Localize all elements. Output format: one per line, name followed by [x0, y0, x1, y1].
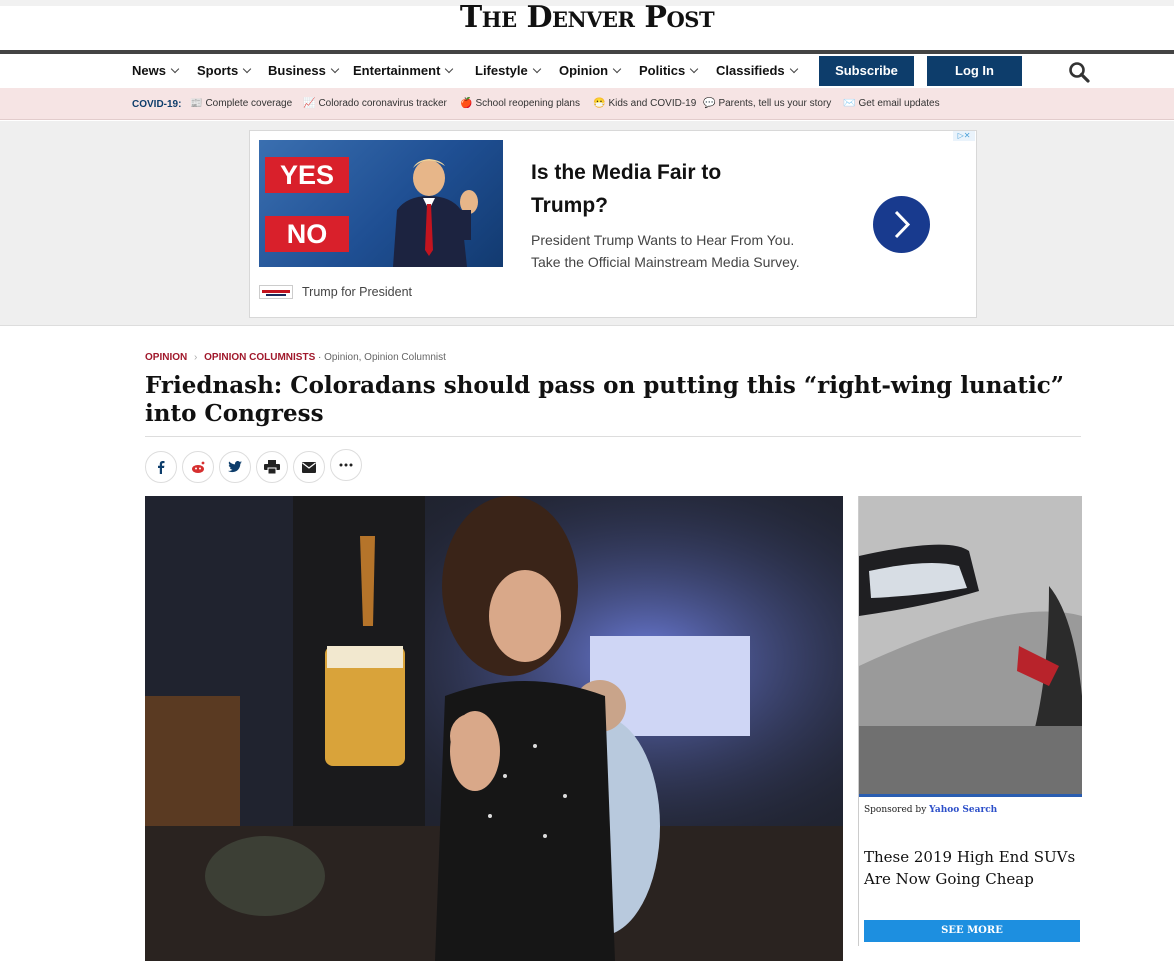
see-more-button[interactable]: SEE MORE	[864, 920, 1080, 942]
covid-link-label: Get email updates	[858, 98, 940, 109]
ad-no-label: NO	[265, 216, 349, 252]
nav-item-label: Lifestyle	[475, 63, 528, 78]
chevron-down-icon	[242, 64, 252, 74]
ad-image[interactable]: YES NO	[259, 140, 503, 267]
covid-link-label: Parents, tell us your story	[718, 98, 832, 109]
chevron-down-icon	[170, 64, 180, 74]
banner-ad[interactable]: ▷✕ YES NO Is the Media Fair to Trump? Pr…	[249, 130, 977, 318]
facebook-icon	[158, 461, 165, 474]
covid-link-parents[interactable]: 💬 Parents, tell us your story	[703, 98, 831, 109]
ad-next-button[interactable]	[873, 196, 930, 253]
more-icon	[339, 463, 353, 467]
article-categories: Opinion, Opinion Columnist	[324, 352, 446, 363]
subscribe-button[interactable]: Subscribe	[819, 56, 914, 86]
chevron-right-icon: ›	[194, 352, 198, 363]
covid-label: COVID-19:	[132, 99, 182, 110]
login-button[interactable]: Log In	[927, 56, 1022, 86]
chevron-down-icon	[532, 64, 541, 74]
nav-item-entertainment[interactable]: Entertainment	[353, 63, 454, 78]
sponsor-name[interactable]: Yahoo Search	[929, 805, 997, 815]
nav-item-label: News	[132, 63, 166, 78]
breadcrumb-opinion[interactable]: OPINION	[145, 352, 187, 363]
nav-item-sports[interactable]: Sports	[197, 63, 252, 78]
nav-item-classifieds[interactable]: Classifieds	[716, 63, 798, 78]
ad-portrait	[393, 159, 478, 267]
newspaper-icon: 📰	[190, 98, 203, 109]
ad-yes-label: YES	[265, 157, 349, 193]
covid-link-label: Colorado coronavirus tracker	[318, 98, 447, 109]
chart-icon: 📈	[303, 98, 316, 109]
covid-link-kids[interactable]: 😷 Kids and COVID-19	[593, 98, 696, 109]
nav-item-label: Politics	[639, 63, 686, 78]
ad-sponsor: Trump for President	[302, 285, 412, 299]
apple-icon: 🍎	[460, 98, 473, 109]
speech-bubble-icon: 💬	[703, 98, 716, 109]
print-icon	[264, 460, 280, 474]
article-headline: Friednash: Coloradans should pass on put…	[145, 372, 1064, 427]
envelope-icon: ✉️	[843, 98, 856, 109]
reddit-share-button[interactable]	[182, 451, 214, 483]
mask-face-icon: 😷	[593, 98, 606, 109]
ad-title[interactable]: Is the Media Fair to Trump?	[531, 156, 791, 222]
email-icon	[302, 461, 316, 473]
covid-link-coverage[interactable]: 📰 Complete coverage	[190, 98, 292, 109]
chevron-down-icon	[789, 64, 798, 74]
nav-item-politics[interactable]: Politics	[639, 63, 699, 78]
covid-link-email[interactable]: ✉️ Get email updates	[843, 98, 940, 109]
nav-item-label: Sports	[197, 63, 239, 78]
chevron-down-icon	[445, 64, 454, 74]
side-ad-title[interactable]: These 2019 High End SUVs Are Now Going C…	[864, 846, 1079, 890]
covid-link-schools[interactable]: 🍎 School reopening plans	[460, 98, 580, 109]
chevron-right-icon	[894, 210, 911, 239]
nav-item-label: Entertainment	[353, 63, 441, 78]
main-nav: News Sports Business Entertainment Lifes…	[0, 54, 1174, 88]
ad-band: ▷✕ YES NO Is the Media Fair to Trump? Pr…	[0, 121, 1174, 326]
adchoices-icon[interactable]: ▷✕	[953, 131, 975, 141]
email-share-button[interactable]	[293, 451, 325, 483]
nav-item-label: Classifieds	[716, 63, 785, 78]
article-photo[interactable]	[145, 496, 843, 961]
article-photo-image	[145, 496, 843, 961]
chevron-down-icon	[330, 64, 340, 74]
sidebar-ad[interactable]: Sponsored by Yahoo Search These 2019 Hig…	[858, 496, 1082, 946]
breadcrumb-opinion-columnists[interactable]: OPINION COLUMNISTS	[204, 352, 315, 363]
trump-logo-icon	[259, 285, 293, 299]
breadcrumb: OPINION › OPINION COLUMNISTS · Opinion, …	[145, 352, 446, 363]
site-logo[interactable]: The Denver Post	[0, 3, 1174, 33]
divider	[145, 436, 1081, 437]
nav-item-label: Business	[268, 63, 326, 78]
sponsored-label: Sponsored by Yahoo Search	[864, 805, 997, 815]
print-button[interactable]	[256, 451, 288, 483]
nav-item-news[interactable]: News	[132, 63, 180, 78]
more-share-button[interactable]	[330, 449, 362, 481]
nav-item-business[interactable]: Business	[268, 63, 340, 78]
nav-item-opinion[interactable]: Opinion	[559, 63, 622, 78]
nav-item-label: Opinion	[559, 63, 609, 78]
chevron-down-icon	[612, 64, 622, 74]
chevron-down-icon	[690, 64, 699, 74]
covid-link-label: Kids and COVID-19	[608, 98, 697, 109]
covid-link-label: School reopening plans	[475, 98, 580, 109]
nav-item-lifestyle[interactable]: Lifestyle	[475, 63, 541, 78]
search-icon[interactable]	[1068, 61, 1090, 83]
facebook-share-button[interactable]	[145, 451, 177, 483]
ad-description: President Trump Wants to Hear From You. …	[531, 232, 800, 270]
side-ad-image[interactable]	[859, 496, 1082, 797]
reddit-icon	[192, 461, 205, 473]
twitter-icon	[228, 461, 242, 473]
covid-bar: COVID-19: 📰 Complete coverage 📈 Colorado c…	[0, 88, 1174, 120]
covid-link-label: Complete coverage	[205, 98, 293, 109]
sponsored-by-text: Sponsored by	[864, 805, 927, 815]
twitter-share-button[interactable]	[219, 451, 251, 483]
covid-link-tracker[interactable]: 📈 Colorado coronavirus tracker	[303, 98, 447, 109]
suv-image	[859, 496, 1082, 794]
masthead: The Denver Post	[0, 3, 1174, 50]
